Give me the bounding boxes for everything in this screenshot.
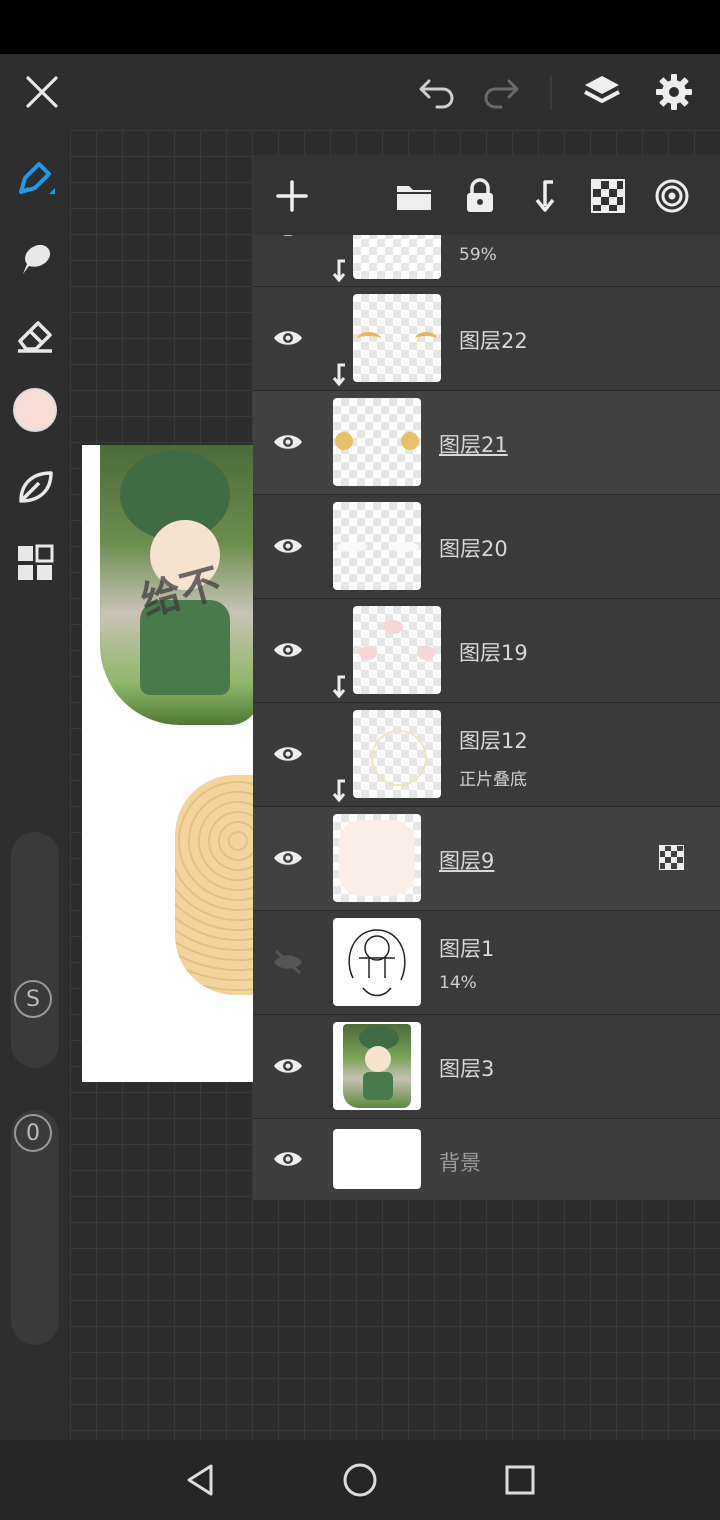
clip-indicator-icon (331, 259, 351, 283)
layer-name: 图层1 (439, 937, 495, 961)
add-icon[interactable] (269, 173, 315, 219)
clip-indicator-icon (331, 779, 351, 803)
layer-thumbnail (333, 398, 421, 486)
size-slider[interactable]: S (11, 832, 59, 1068)
layer-name: 图层21 (439, 433, 508, 457)
eye-icon[interactable] (263, 526, 313, 566)
layer-panel: 59% 图层22 图层21 图层20 图层19 图层12 正片叠底 图层9 图层… (253, 155, 720, 1200)
layer-row[interactable]: 图层20 (253, 495, 720, 599)
left-toolbar: S 0 (0, 130, 70, 1440)
layer-thumbnail (353, 606, 441, 694)
layer-list: 59% 图层22 图层21 图层20 图层19 图层12 正片叠底 图层9 图层… (253, 235, 720, 1200)
opacity-slider-knob[interactable]: 0 (14, 1114, 52, 1152)
layer-name: 图层19 (459, 641, 528, 665)
grid-icon[interactable] (10, 538, 60, 588)
back-icon[interactable] (180, 1460, 220, 1500)
eraser-icon[interactable] (10, 310, 60, 360)
undo-icon[interactable] (416, 72, 458, 112)
alpha-lock-indicator-icon (659, 845, 685, 875)
layer-name: 图层9 (439, 849, 495, 873)
leaf-icon[interactable] (10, 462, 60, 512)
close-icon[interactable] (22, 72, 62, 112)
eye-icon[interactable] (263, 734, 313, 774)
layer-panel-toolbar (253, 155, 720, 235)
folder-icon[interactable] (391, 173, 437, 219)
layer-row[interactable]: 图层3 (253, 1015, 720, 1119)
blend-mode: 正片叠底 (459, 770, 527, 790)
layer-thumbnail (333, 1129, 421, 1189)
redo-icon[interactable] (480, 72, 522, 112)
toolbar-divider (550, 76, 552, 110)
top-toolbar (0, 54, 720, 130)
eye-icon[interactable] (263, 422, 313, 462)
eye-icon[interactable] (263, 1139, 313, 1179)
layer-name: 背景 (439, 1151, 481, 1175)
layer-row[interactable]: 图层9 (253, 807, 720, 911)
layer-opacity: 59% (459, 245, 497, 265)
layer-row[interactable]: 图层19 (253, 599, 720, 703)
layer-thumbnail (333, 814, 421, 902)
layers-icon[interactable] (578, 70, 626, 114)
alpha-lock-icon[interactable] (585, 173, 631, 219)
layer-name: 图层20 (439, 537, 508, 561)
layer-row[interactable]: 图层12 正片叠底 (253, 703, 720, 807)
gear-icon[interactable] (650, 70, 698, 114)
clip-icon[interactable] (521, 173, 567, 219)
target-icon[interactable] (649, 173, 695, 219)
pen-icon[interactable] (10, 155, 60, 205)
eye-hidden-icon[interactable] (263, 942, 313, 982)
status-bar (0, 0, 720, 54)
lock-icon[interactable] (457, 173, 503, 219)
layer-thumbnail (333, 502, 421, 590)
eye-icon[interactable] (263, 630, 313, 670)
home-icon[interactable] (340, 1460, 380, 1500)
eye-icon[interactable] (263, 1046, 313, 1086)
eye-icon[interactable] (263, 235, 313, 249)
layer-opacity: 14% (439, 973, 477, 993)
layer-row[interactable]: 59% (253, 235, 720, 287)
layer-thumbnail (333, 918, 421, 1006)
eye-icon[interactable] (263, 318, 313, 358)
layer-name: 图层12 (459, 729, 528, 753)
color-swatch[interactable] (10, 385, 60, 435)
smudge-icon[interactable] (10, 233, 60, 283)
layer-thumbnail (333, 1022, 421, 1110)
layer-thumbnail (353, 235, 441, 279)
layer-row[interactable]: 图层1 14% (253, 911, 720, 1015)
eye-icon[interactable] (263, 838, 313, 878)
layer-row[interactable]: 图层21 (253, 391, 720, 495)
layer-row[interactable]: 图层22 (253, 287, 720, 391)
layer-row-background[interactable]: 背景 (253, 1119, 720, 1200)
system-nav-bar (0, 1440, 720, 1520)
opacity-slider[interactable]: 0 (11, 1110, 59, 1345)
artwork-hair (175, 775, 265, 995)
recents-icon[interactable] (500, 1460, 540, 1500)
clip-indicator-icon (331, 675, 351, 699)
layer-name: 图层22 (459, 329, 528, 353)
clip-indicator-icon (331, 363, 351, 387)
layer-thumbnail (353, 294, 441, 382)
layer-name: 图层3 (439, 1057, 495, 1081)
size-slider-knob[interactable]: S (14, 980, 52, 1018)
layer-thumbnail (353, 710, 441, 798)
